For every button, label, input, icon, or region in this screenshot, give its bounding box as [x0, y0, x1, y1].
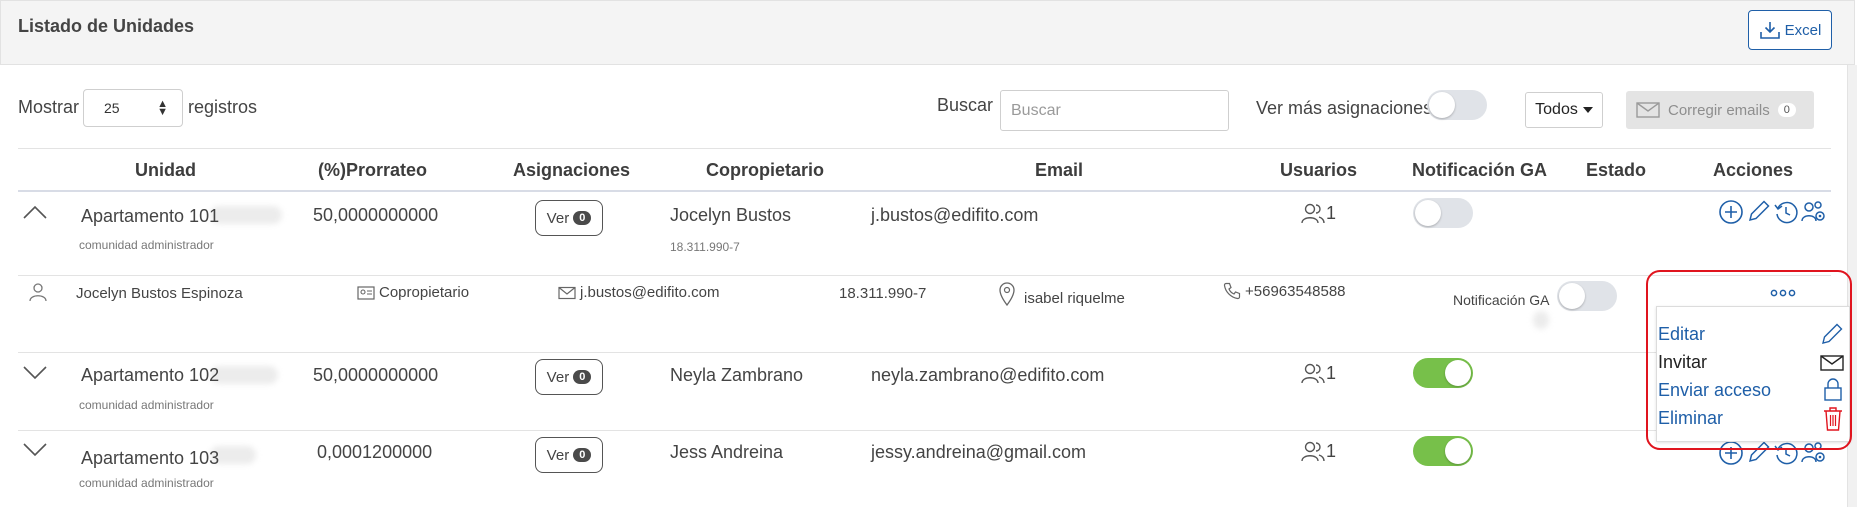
owner-email: j.bustos@edifito.com — [871, 205, 1039, 225]
detail-name: Jocelyn Bustos Espinoza — [76, 285, 243, 302]
detail-email-value: j.bustos@edifito.com — [580, 284, 720, 301]
detail-phone-value: +56963548588 — [1245, 282, 1346, 300]
user-icon — [29, 283, 47, 302]
filter-label: Todos — [1535, 101, 1578, 118]
owner-name: Neyla Zambrano — [670, 365, 804, 385]
card-header — [0, 0, 1855, 65]
unit-sub: comunidad administrador — [79, 476, 214, 490]
page-size-value: 25 — [104, 100, 120, 116]
redacted-text — [210, 206, 282, 224]
highlight-frame — [1646, 270, 1852, 450]
users-count[interactable]: 1 — [1300, 362, 1336, 384]
detail-notification-ga-toggle[interactable] — [1557, 281, 1617, 311]
owner-email: neyla.zambrano@edifito.com — [871, 365, 1105, 385]
ver-label: Ver — [546, 368, 570, 386]
redacted-text — [210, 366, 278, 384]
pencil-icon[interactable] — [1746, 198, 1772, 224]
col-prorrateo[interactable]: (%)Prorrateo — [318, 160, 427, 181]
notification-ga-toggle[interactable] — [1413, 358, 1473, 388]
show-label: Mostrar — [18, 97, 80, 117]
unit-sub: comunidad administrador — [79, 238, 214, 252]
detail-role-label: Copropietario — [379, 284, 470, 301]
filter-dropdown-button[interactable]: Todos — [1525, 92, 1603, 128]
detail-address: isabel riquelme — [998, 281, 1125, 307]
notification-ga-toggle[interactable] — [1413, 198, 1473, 228]
col-asignaciones[interactable]: Asignaciones — [513, 160, 630, 181]
users-count[interactable]: 1 — [1300, 440, 1336, 462]
prorrateo-value: 50,0000000000 — [313, 205, 439, 225]
col-unidad[interactable]: Unidad — [135, 160, 196, 181]
prorrateo-value: 0,0001200000 — [317, 442, 433, 462]
users-count[interactable]: 1 — [1300, 202, 1336, 224]
table-row — [0, 431, 1640, 507]
col-acciones[interactable]: Acciones — [1713, 160, 1793, 181]
ver-assignments-button[interactable]: Ver 0 — [535, 359, 603, 395]
ver-label: Ver — [546, 446, 570, 464]
col-usuarios[interactable]: Usuarios — [1280, 160, 1357, 181]
page-title: Listado de Unidades — [18, 16, 195, 36]
records-label: registros — [188, 97, 258, 117]
col-copropietario[interactable]: Copropietario — [706, 160, 824, 181]
ver-count: 0 — [573, 370, 592, 384]
owner-name: Jess Andreina — [670, 442, 784, 462]
detail-address-value: isabel riquelme — [1024, 289, 1125, 307]
users-icon — [1301, 441, 1325, 462]
location-pin-icon — [999, 282, 1015, 307]
ver-assignments-button[interactable]: Ver 0 — [535, 437, 603, 473]
redacted-text — [1533, 311, 1549, 329]
envelope-icon — [1636, 102, 1660, 118]
users-icon — [1301, 363, 1325, 384]
ver-count: 0 — [573, 211, 592, 225]
detail-role: Copropietario — [357, 284, 469, 301]
detail-rut: 18.311.990-7 — [839, 285, 927, 302]
add-circle-icon[interactable] — [1718, 199, 1744, 225]
detail-row — [0, 276, 1640, 352]
more-assign-toggle[interactable] — [1427, 90, 1487, 120]
users-count-value: 1 — [1326, 441, 1337, 461]
prorrateo-value: 50,0000000000 — [313, 365, 439, 385]
envelope-icon — [558, 286, 576, 299]
fix-emails-label: Corregir emails — [1668, 101, 1770, 119]
id-card-icon — [357, 285, 375, 300]
chevron-down-icon[interactable] — [22, 442, 48, 458]
more-assign-label: Ver más asignaciones — [1256, 98, 1433, 118]
owner-rut: 18.311.990-7 — [670, 240, 740, 254]
col-email[interactable]: Email — [1035, 160, 1083, 181]
users-icon — [1301, 203, 1325, 224]
excel-export-button[interactable]: Excel — [1748, 10, 1832, 50]
users-count-value: 1 — [1326, 203, 1337, 223]
owner-name: Jocelyn Bustos — [670, 205, 792, 225]
col-estado[interactable]: Estado — [1586, 160, 1646, 181]
detail-email: j.bustos@edifito.com — [558, 284, 719, 301]
ver-assignments-button[interactable]: Ver 0 — [535, 200, 603, 236]
caret-down-icon — [1582, 107, 1593, 113]
detail-phone: +56963548588 — [1223, 282, 1346, 300]
table-top-border — [18, 148, 1831, 149]
ver-count: 0 — [573, 448, 592, 462]
users-settings-icon[interactable] — [1800, 199, 1828, 225]
unit-name: Apartamento 101 — [81, 206, 220, 226]
users-count-value: 1 — [1326, 363, 1337, 383]
ver-label: Ver — [546, 209, 570, 227]
table-row — [0, 353, 1640, 429]
select-arrows-icon: ▲ ▼ — [157, 98, 168, 118]
fix-emails-button[interactable]: Corregir emails 0 — [1626, 91, 1814, 129]
notification-ga-toggle[interactable] — [1413, 436, 1473, 466]
page-size-select[interactable]: 25 ▲ ▼ — [83, 89, 183, 127]
search-label: Buscar — [937, 95, 994, 115]
unit-sub: comunidad administrador — [79, 398, 214, 412]
unit-name: Apartamento 102 — [81, 365, 220, 385]
download-icon — [1759, 22, 1780, 39]
fix-emails-count: 0 — [1777, 103, 1796, 117]
detail-notif-label: Notificación GA — [1453, 292, 1550, 308]
chevron-down-icon[interactable] — [22, 365, 48, 381]
excel-label: Excel — [1784, 21, 1822, 39]
history-icon[interactable] — [1773, 199, 1799, 225]
phone-icon — [1223, 282, 1241, 300]
search-input[interactable] — [1000, 90, 1229, 131]
col-notificacion-ga[interactable]: Notificación GA — [1412, 160, 1547, 181]
chevron-up-icon[interactable] — [22, 204, 48, 220]
unit-name: Apartamento 103 — [81, 448, 220, 468]
owner-email: jessy.andreina@gmail.com — [871, 442, 1087, 462]
